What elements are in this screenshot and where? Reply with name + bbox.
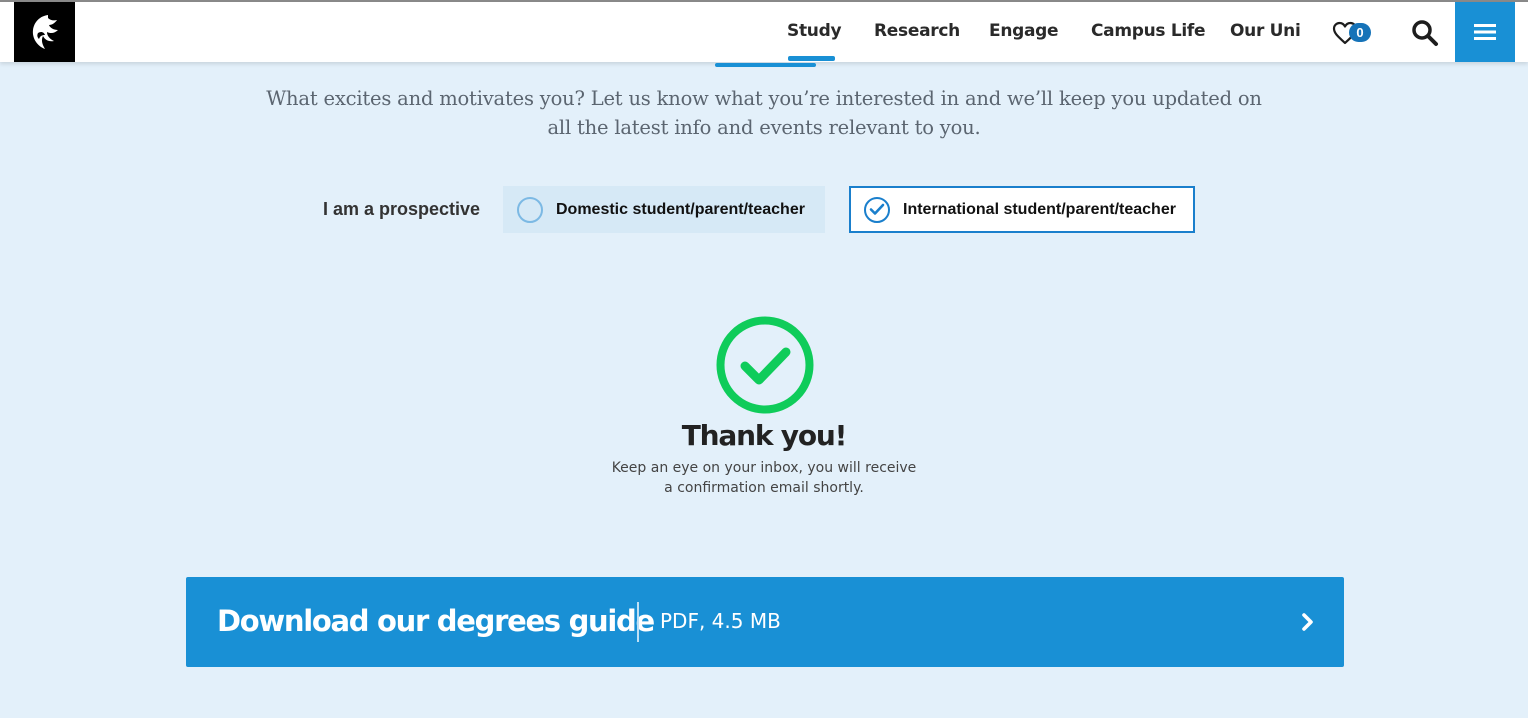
radio-unchecked-icon <box>517 196 543 223</box>
download-divider <box>637 602 639 642</box>
nav-campus-life[interactable]: Campus Life <box>1091 2 1206 62</box>
university-logo[interactable] <box>14 2 75 62</box>
option-domestic[interactable]: Domestic student/parent/teacher <box>503 186 825 233</box>
section-accent-line <box>715 63 816 67</box>
menu-button[interactable] <box>1455 2 1515 62</box>
prospective-label: I am a prospective <box>323 199 481 219</box>
nav-engage[interactable]: Engage <box>989 2 1059 62</box>
download-guide-button[interactable]: Download our degrees guide PDF, 4.5 MB <box>186 577 1344 667</box>
nav-study[interactable]: Study <box>787 2 842 62</box>
hamburger-menu-icon <box>1474 24 1496 40</box>
favourites-button[interactable]: 0 <box>1332 20 1378 46</box>
chevron-right-icon <box>1302 613 1313 631</box>
site-header: Study Research Engage Campus Life Our Un… <box>0 2 1528 62</box>
option-international[interactable]: International student/parent/teacher <box>849 186 1195 233</box>
option-international-label: International student/parent/teacher <box>903 200 1176 218</box>
nav-active-indicator <box>788 56 835 61</box>
thank-you-title: Thank you! <box>681 419 848 452</box>
search-button[interactable] <box>1410 18 1440 48</box>
confirmation-message: Keep an eye on your inbox, you will rece… <box>564 458 964 498</box>
nav-research[interactable]: Research <box>874 2 960 62</box>
favourites-count-badge: 0 <box>1349 23 1371 42</box>
check-circle-icon <box>715 315 815 415</box>
radio-checked-icon <box>864 196 890 223</box>
university-crest-logo-icon <box>32 15 58 49</box>
download-guide-title: Download our degrees guide <box>217 604 655 638</box>
confirmation-message-line-1: Keep an eye on your inbox, you will rece… <box>611 460 917 476</box>
search-icon <box>1412 20 1438 46</box>
intro-text: What excites and motivates you? Let us k… <box>266 87 1262 139</box>
nav-our-uni[interactable]: Our Uni <box>1230 2 1301 62</box>
download-file-meta: PDF, 4.5 MB <box>660 609 781 633</box>
option-domestic-label: Domestic student/parent/teacher <box>556 200 805 218</box>
confirmation-message-line-2: a confirmation email shortly. <box>664 480 864 496</box>
